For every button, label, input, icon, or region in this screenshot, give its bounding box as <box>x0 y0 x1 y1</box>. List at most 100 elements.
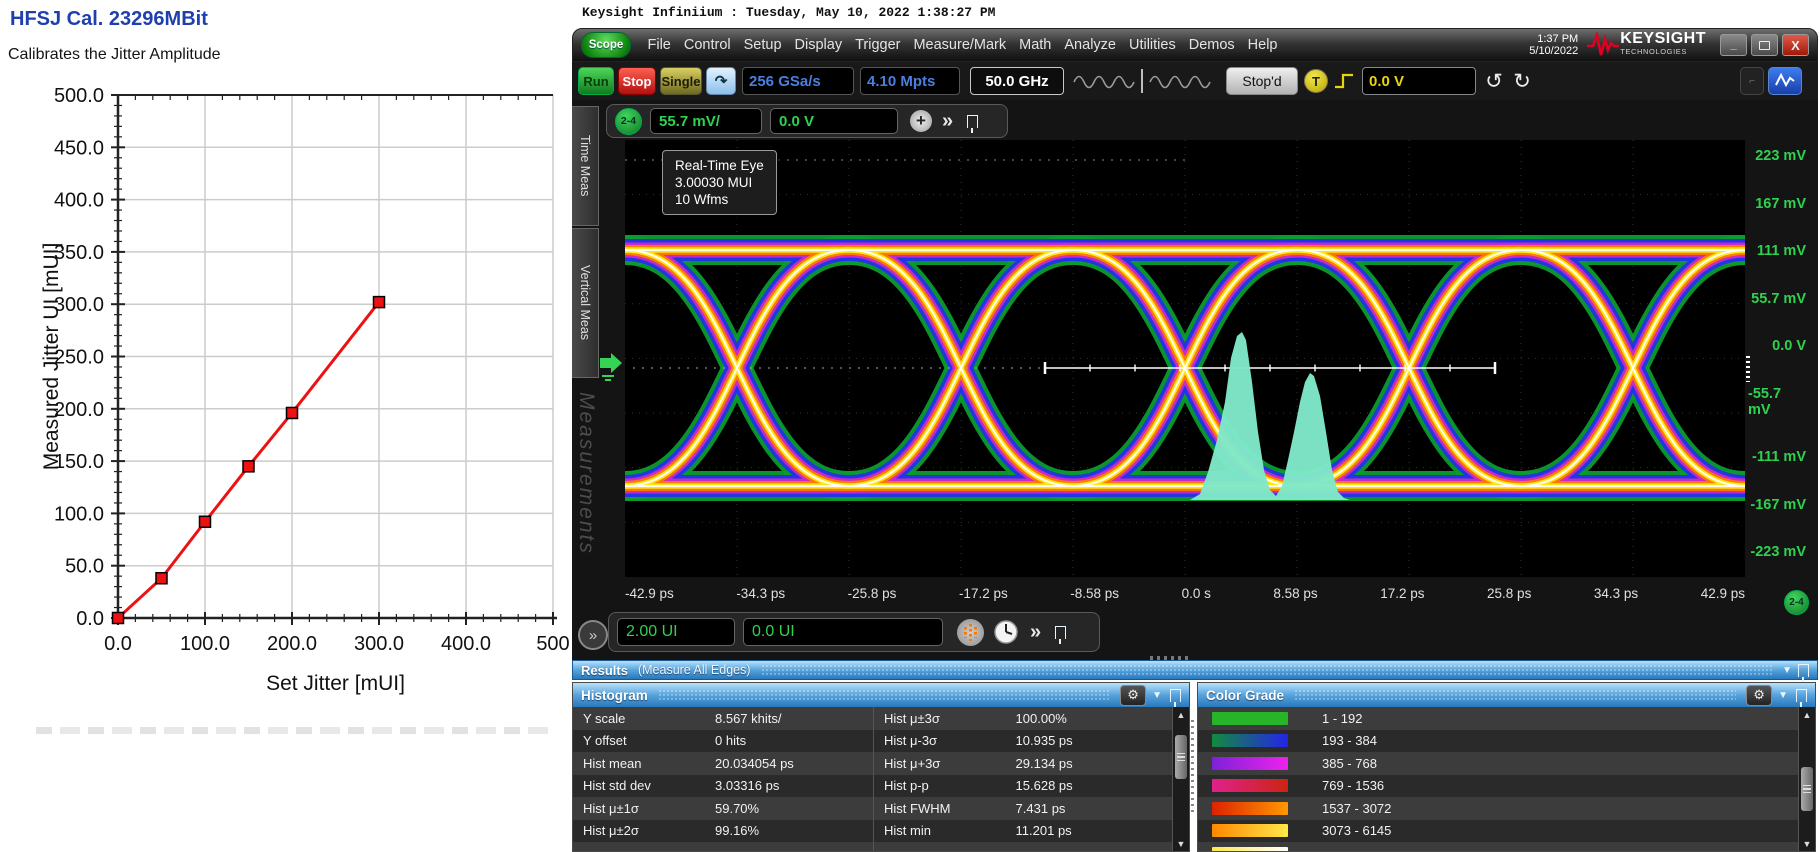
hit-count-range: 3073 - 6145 <box>1322 823 1392 839</box>
scroll-up-icon[interactable]: ▲ <box>1799 707 1815 722</box>
single-button[interactable]: Single <box>660 67 702 95</box>
color-grade-pin-icon[interactable] <box>1796 688 1807 707</box>
run-button[interactable]: Run <box>578 67 614 95</box>
color-grade-collapse-icon[interactable]: ▼ <box>1778 690 1788 701</box>
results-subtitle: (Measure All Edges) <box>637 663 751 677</box>
time-axis-label: 0.0 s <box>1181 586 1211 601</box>
color-grade-row: 1537 - 3072 <box>1198 797 1799 820</box>
histogram-drag-texture <box>657 689 1111 701</box>
time-axis-label: -42.9 ps <box>625 586 674 601</box>
stat-label: Hist μ±2σ <box>583 823 639 839</box>
sweep-indicator <box>1072 67 1220 95</box>
undo-button[interactable]: ↺ <box>1482 67 1506 95</box>
histogram-scrollbar[interactable]: ▲ ▼ <box>1172 707 1189 851</box>
time-axis-label: -25.8 ps <box>847 586 897 601</box>
y-tick-label: 0.0 <box>76 608 104 630</box>
trigger-edge-icon[interactable] <box>1332 67 1358 95</box>
scroll-down-icon[interactable]: ▼ <box>1799 836 1815 851</box>
horizontal-chevrons-icon[interactable]: » <box>1030 621 1041 644</box>
marker-tool-icon[interactable]: ⌐ <box>1740 67 1764 95</box>
waveform-mode-button[interactable]: ↷ <box>706 67 736 95</box>
color-grade-row: 385 - 768 <box>1198 752 1799 775</box>
menu-item[interactable]: Control <box>684 37 731 53</box>
scope-menu-button[interactable]: Scope <box>581 32 631 58</box>
x-tick-label: 200.0 <box>267 633 317 655</box>
pin-icon[interactable] <box>967 114 979 133</box>
restore-button[interactable] <box>1751 34 1778 56</box>
trigger-badge[interactable]: T <box>1304 69 1328 93</box>
time-axis-label: -8.58 ps <box>1070 586 1120 601</box>
minimize-button[interactable]: _ <box>1720 34 1747 56</box>
y-tick-label: 100.0 <box>54 503 104 525</box>
results-collapse-icon[interactable]: ▼ <box>1782 665 1792 676</box>
color-swatch <box>1212 756 1288 770</box>
trigger-level-marker[interactable] <box>598 349 624 388</box>
menu-item[interactable]: Utilities <box>1129 37 1176 53</box>
horizontal-position-field[interactable]: 0.0 UI <box>743 618 943 646</box>
channel-badge[interactable]: 2-4 <box>615 107 642 135</box>
scale-grip-icon[interactable] <box>1746 356 1750 382</box>
voltage-scale: 223 mV 167 mV 111 mV 55.7 mV 0.0 V -55.7 mV -1… <box>1748 148 1812 560</box>
histogram-gear-icon[interactable]: ⚙ <box>1120 684 1147 706</box>
color-swatch <box>1212 846 1288 851</box>
scroll-thumb[interactable] <box>1175 735 1187 779</box>
acquisition-status-button[interactable]: Stop'd <box>1226 67 1298 95</box>
menu-item[interactable]: Demos <box>1189 37 1235 53</box>
histogram-table-right: Hist μ±3σ 100.00% Hist μ-3σ 10.935 ps Hist μ… <box>873 707 1173 851</box>
scroll-down-icon[interactable]: ▼ <box>1173 836 1189 851</box>
color-grade-drag-texture <box>1294 689 1737 701</box>
menu-item[interactable]: Math <box>1019 37 1051 53</box>
trigger-level-field[interactable]: 0.0 V <box>1362 67 1476 95</box>
redo-button[interactable]: ↻ <box>1510 67 1534 95</box>
tab-vertical-meas[interactable]: Vertical Meas <box>572 228 599 378</box>
histogram-row: Hist μ-3σ 10.935 ps <box>874 729 1173 752</box>
histogram-window-icon[interactable] <box>957 618 984 646</box>
menu-item[interactable]: Trigger <box>855 37 900 53</box>
stat-value: 15.628 ps <box>1015 778 1073 794</box>
menu-item[interactable]: Setup <box>744 37 782 53</box>
voltage-scale-label: 111 mV <box>1756 243 1806 259</box>
channel-offset-field[interactable]: 0.0 V <box>770 108 898 134</box>
histogram-title-bar[interactable]: Histogram ⚙ ▼ <box>573 683 1189 707</box>
bandwidth-field[interactable]: 50.0 GHz <box>970 67 1064 95</box>
menu-bar: Scope File Control Setup Display Trigger Meas… <box>572 28 1818 62</box>
horizontal-scale-field[interactable]: 2.00 UI <box>617 618 735 646</box>
color-grade-panel: Color Grade ⚙ ▼ 1 - 192 193 - 384 385 - 76… <box>1197 682 1816 852</box>
stat-label: Hist p-p <box>884 778 929 794</box>
menu-item[interactable]: Display <box>795 37 843 53</box>
menu-item[interactable]: Analyze <box>1064 37 1116 53</box>
histogram-collapse-icon[interactable]: ▼ <box>1152 690 1162 701</box>
add-channel-icon[interactable]: + <box>910 110 932 132</box>
memory-depth-field[interactable]: 4.10 Mpts <box>860 67 960 95</box>
hit-count-range: 193 - 384 <box>1322 733 1377 749</box>
expand-chevrons-icon[interactable]: » <box>942 110 953 133</box>
more-controls-button[interactable]: » <box>578 620 608 650</box>
channel-scale-field[interactable]: 55.7 mV/ <box>650 108 762 134</box>
hit-count-range: 1 - 192 <box>1322 710 1363 726</box>
histogram-row: Hist min 11.201 ps <box>874 819 1173 842</box>
color-grade-gear-icon[interactable]: ⚙ <box>1746 684 1773 706</box>
touch-toggle-button[interactable] <box>1768 67 1802 95</box>
horizontal-pin-icon[interactable] <box>1055 625 1067 644</box>
voltage-scale-label: -55.7 mV <box>1748 385 1782 418</box>
scroll-thumb[interactable] <box>1801 767 1813 811</box>
keysight-logo: KEYSIGHT TECHNOLOGIES <box>1586 31 1706 58</box>
tab-time-meas[interactable]: Time Meas <box>572 106 599 226</box>
histogram-pin-icon[interactable] <box>1170 688 1181 707</box>
stat-value: 8.567 khits/ <box>715 710 782 726</box>
histogram-row: Hist μ+3σ 29.134 ps <box>874 752 1173 775</box>
sample-rate-field[interactable]: 256 GSa/s <box>742 67 854 95</box>
close-button[interactable]: X <box>1782 34 1809 56</box>
results-pin-icon[interactable] <box>1798 663 1809 682</box>
clock-mode-icon[interactable] <box>992 618 1020 646</box>
menu-item[interactable]: Measure/Mark <box>913 37 1006 53</box>
panel-divider-handle[interactable] <box>1191 720 1194 812</box>
results-header[interactable]: Results (Measure All Edges) ▼ <box>572 660 1818 682</box>
stop-button[interactable]: Stop <box>618 67 656 95</box>
menu-item[interactable]: Help <box>1248 37 1278 53</box>
color-grade-row: 1 - 192 <box>1198 707 1799 730</box>
scroll-up-icon[interactable]: ▲ <box>1173 707 1189 722</box>
menu-item[interactable]: File <box>648 37 671 53</box>
color-grade-scrollbar[interactable]: ▲ ▼ <box>1798 707 1815 851</box>
color-grade-title-bar[interactable]: Color Grade ⚙ ▼ <box>1198 683 1815 707</box>
